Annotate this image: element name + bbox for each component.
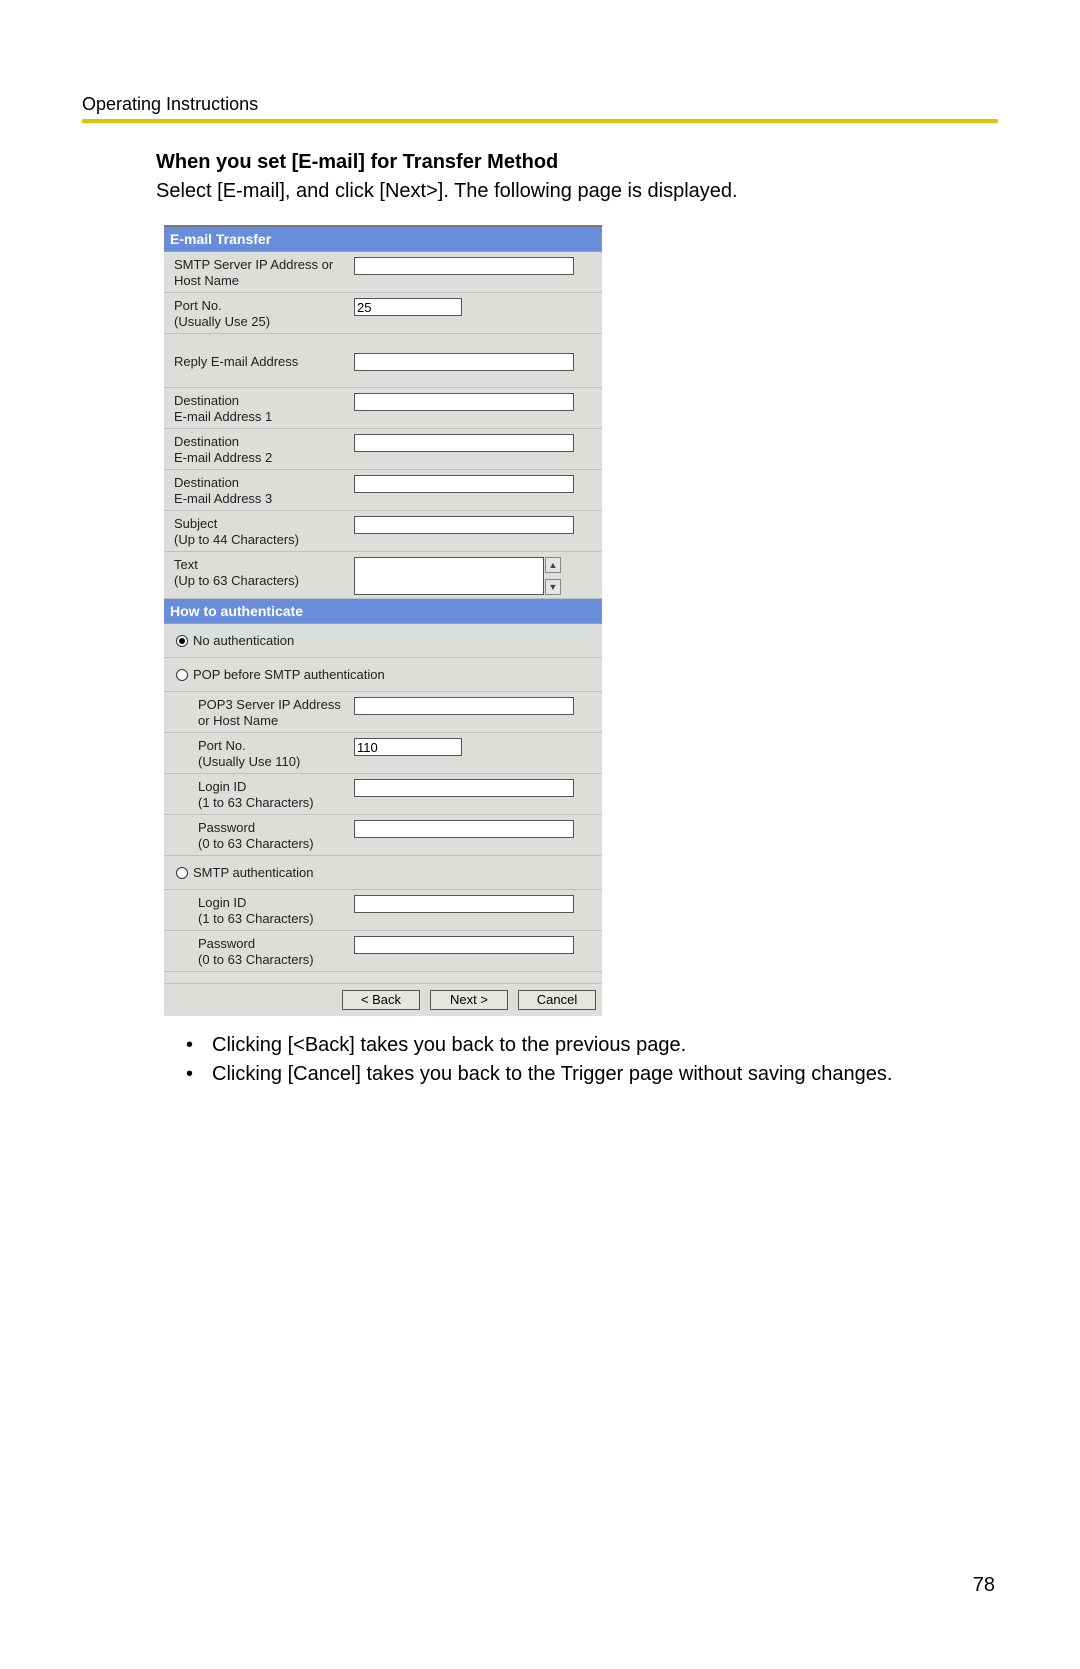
- text-label-2: (Up to 63 Characters): [174, 573, 354, 589]
- dest2-label-1: Destination: [174, 434, 354, 450]
- pop-port-label-1: Port No.: [198, 738, 354, 754]
- smtp-login-label-1: Login ID: [198, 895, 354, 911]
- panel-header-email: E-mail Transfer: [164, 227, 602, 252]
- spacer: [164, 972, 602, 984]
- row-reply: Reply E-mail Address: [164, 334, 602, 388]
- cancel-button[interactable]: Cancel: [518, 990, 596, 1010]
- dest3-label-2: E-mail Address 3: [174, 491, 354, 507]
- smtp-pass-input[interactable]: [354, 936, 574, 954]
- pop3-label-2: or Host Name: [198, 713, 354, 729]
- next-button[interactable]: Next >: [430, 990, 508, 1010]
- row-subject: Subject (Up to 44 Characters): [164, 511, 602, 552]
- subject-input[interactable]: [354, 516, 574, 534]
- row-text: Text (Up to 63 Characters) ▲ ▼: [164, 552, 602, 599]
- row-smtp-pass: Password (0 to 63 Characters): [164, 931, 602, 972]
- row-radio-none: No authentication: [164, 624, 602, 658]
- text-textarea[interactable]: [354, 557, 544, 595]
- port-label-2: (Usually Use 25): [174, 314, 354, 330]
- row-radio-pop: POP before SMTP authentication: [164, 658, 602, 692]
- dest1-label-2: E-mail Address 1: [174, 409, 354, 425]
- row-pop-login: Login ID (1 to 63 Characters): [164, 774, 602, 815]
- radio-no-auth[interactable]: [176, 635, 188, 647]
- page-number: 78: [973, 1574, 995, 1597]
- radio-no-auth-label: No authentication: [193, 633, 294, 648]
- smtp-input[interactable]: [354, 257, 574, 275]
- row-smtp: SMTP Server IP Address or Host Name: [164, 252, 602, 293]
- section-description: Select [E-mail], and click [Next>]. The …: [156, 180, 938, 203]
- back-button[interactable]: < Back: [342, 990, 420, 1010]
- pop-port-label-2: (Usually Use 110): [198, 754, 354, 770]
- pop-port-input[interactable]: [354, 738, 462, 756]
- smtp-login-input[interactable]: [354, 895, 574, 913]
- pop3-label-1: POP3 Server IP Address: [198, 697, 354, 713]
- pop-login-label-1: Login ID: [198, 779, 354, 795]
- subject-label-2: (Up to 44 Characters): [174, 532, 354, 548]
- smtp-pass-label-2: (0 to 63 Characters): [198, 952, 354, 968]
- radio-smtp-auth[interactable]: [176, 867, 188, 879]
- row-radio-smtp: SMTP authentication: [164, 856, 602, 890]
- section-title: When you set [E-mail] for Transfer Metho…: [156, 151, 938, 174]
- reply-label: Reply E-mail Address: [174, 352, 354, 370]
- smtp-pass-label-1: Password: [198, 936, 354, 952]
- reply-input[interactable]: [354, 353, 574, 371]
- bullet-icon: •: [186, 1032, 212, 1059]
- bullet-icon: •: [186, 1061, 212, 1088]
- email-transfer-panel: E-mail Transfer SMTP Server IP Address o…: [164, 225, 602, 1016]
- note-2: Clicking [Cancel] takes you back to the …: [212, 1061, 892, 1088]
- scroll-up-icon[interactable]: ▲: [545, 557, 561, 573]
- note-1: Clicking [<Back] takes you back to the p…: [212, 1032, 686, 1059]
- button-row: < Back Next > Cancel: [164, 984, 602, 1016]
- pop-login-input[interactable]: [354, 779, 574, 797]
- pop-pass-label-1: Password: [198, 820, 354, 836]
- dest2-input[interactable]: [354, 434, 574, 452]
- row-port: Port No. (Usually Use 25): [164, 293, 602, 334]
- radio-pop-auth[interactable]: [176, 669, 188, 681]
- dest3-input[interactable]: [354, 475, 574, 493]
- scroll-down-icon[interactable]: ▼: [545, 579, 561, 595]
- dest1-input[interactable]: [354, 393, 574, 411]
- radio-pop-auth-label: POP before SMTP authentication: [193, 667, 385, 682]
- port-label-1: Port No.: [174, 298, 354, 314]
- dest2-label-2: E-mail Address 2: [174, 450, 354, 466]
- panel-header-auth: How to authenticate: [164, 599, 602, 624]
- pop-pass-label-2: (0 to 63 Characters): [198, 836, 354, 852]
- divider-bar: [82, 119, 998, 123]
- page-header: Operating Instructions: [82, 94, 998, 115]
- smtp-label: SMTP Server IP Address or Host Name: [174, 255, 354, 289]
- dest3-label-1: Destination: [174, 475, 354, 491]
- text-label-1: Text: [174, 557, 354, 573]
- row-pop-pass: Password (0 to 63 Characters): [164, 815, 602, 856]
- smtp-login-label-2: (1 to 63 Characters): [198, 911, 354, 927]
- row-pop-port: Port No. (Usually Use 110): [164, 733, 602, 774]
- port-input[interactable]: [354, 298, 462, 316]
- pop3-server-input[interactable]: [354, 697, 574, 715]
- row-dest3: Destination E-mail Address 3: [164, 470, 602, 511]
- notes: • Clicking [<Back] takes you back to the…: [156, 1032, 938, 1088]
- pop-pass-input[interactable]: [354, 820, 574, 838]
- radio-smtp-auth-label: SMTP authentication: [193, 865, 313, 880]
- row-smtp-login: Login ID (1 to 63 Characters): [164, 890, 602, 931]
- dest1-label-1: Destination: [174, 393, 354, 409]
- row-dest1: Destination E-mail Address 1: [164, 388, 602, 429]
- subject-label-1: Subject: [174, 516, 354, 532]
- row-dest2: Destination E-mail Address 2: [164, 429, 602, 470]
- pop-login-label-2: (1 to 63 Characters): [198, 795, 354, 811]
- row-pop3-server: POP3 Server IP Address or Host Name: [164, 692, 602, 733]
